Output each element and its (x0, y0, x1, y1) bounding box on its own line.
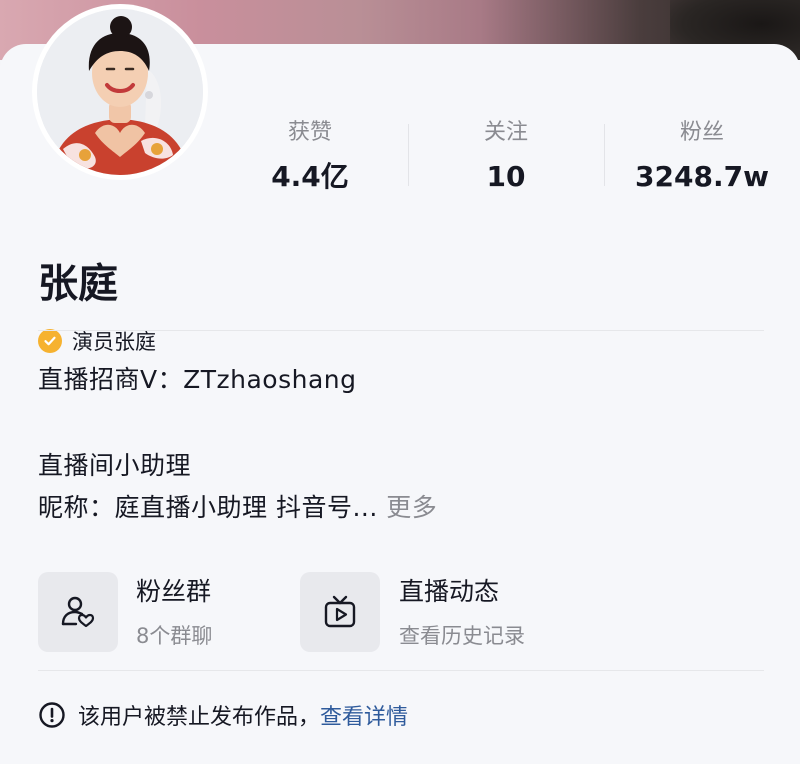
view-details-link[interactable]: 查看详情 (320, 699, 408, 731)
avatar-ring (32, 4, 208, 180)
avatar-photo-icon (37, 9, 203, 175)
stat-likes-value: 4.4亿 (271, 160, 349, 193)
verified-check-icon (38, 329, 62, 353)
ban-notice: 该用户被禁止发布作品， 查看详情 (38, 700, 408, 730)
ban-notice-text: 该用户被禁止发布作品， (78, 705, 321, 730)
bio-line: 直播间小助理 (38, 451, 192, 480)
divider (38, 670, 764, 671)
tile-fan-group-title: 粉丝群 (136, 577, 212, 606)
profile-name: 张庭 (38, 261, 118, 307)
stat-likes[interactable]: 获赞 4.4亿 (212, 116, 408, 194)
stat-likes-label: 获赞 (287, 120, 332, 145)
stats-row: 获赞 4.4亿 关注 10 粉丝 3248.7w (212, 116, 800, 206)
tile-fan-group-subtitle: 8个群聊 (136, 624, 213, 648)
tile-live-history-subtitle: 查看历史记录 (399, 624, 525, 648)
fan-group-icon (38, 572, 118, 652)
exclamation-circle-icon (39, 702, 65, 728)
stat-followers-value: 3248.7w (635, 160, 769, 193)
live-tv-icon (300, 572, 380, 652)
stat-followers-label: 粉丝 (679, 120, 724, 145)
avatar[interactable] (37, 9, 203, 175)
verification-row: 演员张庭 (38, 327, 156, 355)
bio-more-link[interactable]: 更多 (378, 493, 437, 522)
bio-nickname: 昵称：庭直播小助理 抖音号... (38, 493, 378, 522)
stat-following[interactable]: 关注 10 (408, 116, 604, 194)
divider (38, 330, 764, 331)
stat-following-value: 10 (486, 160, 526, 193)
bio-line: 昵称：庭直播小助理 抖音号... 更多 (38, 490, 437, 526)
tile-live-history-title: 直播动态 (399, 577, 500, 606)
bio-line: 直播招商V：ZTzhaoshang (38, 365, 357, 394)
stat-followers[interactable]: 粉丝 3248.7w (604, 116, 800, 194)
stat-following-label: 关注 (483, 120, 528, 145)
